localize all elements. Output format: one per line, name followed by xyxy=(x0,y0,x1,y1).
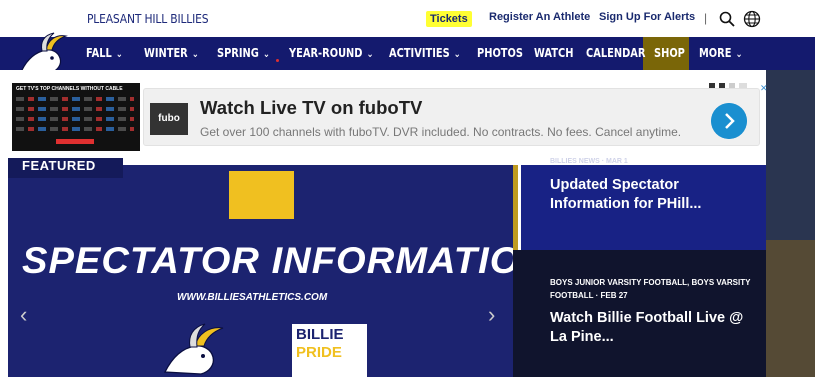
featured-tag: FEATURED xyxy=(8,158,123,178)
ad-description: Get over 100 channels with fuboTV. DVR i… xyxy=(200,125,682,139)
channel-logos-row xyxy=(16,97,134,101)
featured-tag-label: FEATURED xyxy=(22,158,96,173)
red-dot xyxy=(276,59,279,62)
chevron-down-icon: ⌄ xyxy=(115,49,123,60)
chevron-down-icon: ⌄ xyxy=(735,49,743,60)
nav-activities[interactable]: ACTIVITIES ⌄ xyxy=(389,46,461,60)
background-photo-lower xyxy=(766,240,815,377)
nav-watch[interactable]: WATCH xyxy=(534,46,573,60)
news-card-1-accent xyxy=(513,165,518,250)
ad-arrow-button[interactable] xyxy=(711,103,747,139)
nav-calendar[interactable]: CALENDAR xyxy=(586,46,645,60)
ad-thumb-text: GET TV'S TOP CHANNELS WITHOUT CABLE xyxy=(16,86,123,92)
tickets-link[interactable]: Tickets xyxy=(426,11,472,27)
chevron-down-icon: ⌄ xyxy=(453,49,461,60)
featured-yellow-block xyxy=(229,171,294,219)
nav-shop[interactable]: SHOP xyxy=(654,46,685,60)
alerts-signup-link[interactable]: Sign Up For Alerts xyxy=(599,11,695,23)
chevron-down-icon: ⌄ xyxy=(191,49,199,60)
ad-thumbnail[interactable]: GET TV'S TOP CHANNELS WITHOUT CABLE xyxy=(12,83,140,151)
carousel-prev-arrow[interactable]: ‹ xyxy=(20,302,27,328)
nav-photos[interactable]: PHOTOS xyxy=(477,46,523,60)
featured-title: SPECTATOR INFORMATION xyxy=(22,240,549,281)
channel-logos-row xyxy=(16,117,134,121)
chevron-down-icon: ⌄ xyxy=(366,49,374,60)
globe-icon[interactable] xyxy=(743,10,761,28)
nav-spring[interactable]: SPRING ⌄ xyxy=(217,46,270,60)
fubo-logo: fubo xyxy=(150,103,188,135)
badge-line2: PRIDE xyxy=(296,344,342,361)
nav-more[interactable]: MORE ⌄ xyxy=(699,46,742,60)
ad-thumb-button xyxy=(56,139,94,144)
register-athlete-link[interactable]: Register An Athlete xyxy=(489,11,590,23)
school-name-link[interactable]: PLEASANT HILL BILLIES xyxy=(87,11,209,26)
featured-url: WWW.BILLIESATHLETICS.COM xyxy=(177,292,328,303)
utility-separator: | xyxy=(704,11,708,25)
news-card-1-title[interactable]: Updated Spectator Information for PHill.… xyxy=(550,176,750,214)
search-icon[interactable] xyxy=(719,11,735,27)
ad-close-icon[interactable]: ✕ xyxy=(760,83,768,94)
ad-headline[interactable]: Watch Live TV on fuboTV xyxy=(200,97,422,119)
goat-mascot-graphic xyxy=(163,323,224,375)
badge-line1: BILLIE xyxy=(296,326,344,343)
channel-logos-row xyxy=(16,127,134,131)
news-card-1-meta: BILLIES NEWS · MAR 1 xyxy=(550,158,628,165)
channel-logos-row xyxy=(16,107,134,111)
nav-winter[interactable]: WINTER ⌄ xyxy=(144,46,199,60)
chevron-down-icon: ⌄ xyxy=(262,49,270,60)
nav-year-round[interactable]: YEAR-ROUND ⌄ xyxy=(289,46,373,60)
news-card-2-meta: BOYS JUNIOR VARSITY FOOTBALL, BOYS VARSI… xyxy=(550,278,751,300)
billie-pride-badge: BILLIE PRIDE xyxy=(292,324,367,377)
news-card-2-title[interactable]: Watch Billie Football Live @ La Pine... xyxy=(550,309,750,347)
carousel-next-arrow[interactable]: › xyxy=(488,302,495,328)
nav-fall[interactable]: FALL ⌄ xyxy=(86,46,123,60)
